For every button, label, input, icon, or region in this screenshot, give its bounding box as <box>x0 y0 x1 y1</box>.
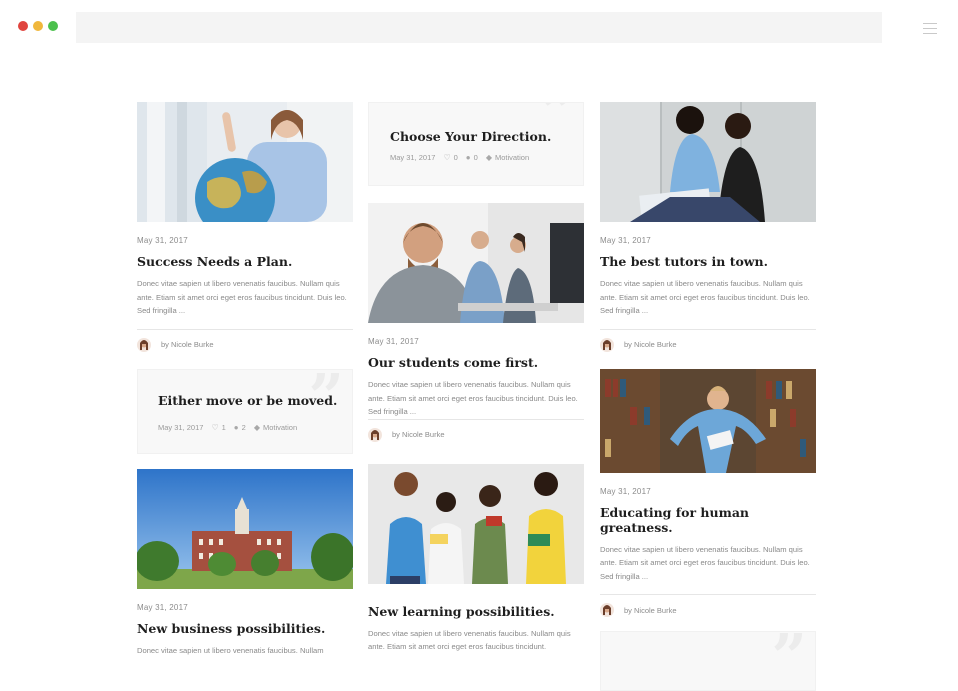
post-image-tutors[interactable] <box>600 102 816 222</box>
tag-icon: ◆ <box>253 422 260 432</box>
comment-icon[interactable]: ● <box>466 153 471 162</box>
post-author[interactable]: by Nicole Burke <box>600 601 816 619</box>
quote-date: May 31, 2017 <box>158 422 204 432</box>
post-excerpt: Donec vitae sapien ut libero venenatis f… <box>368 628 571 652</box>
category-link[interactable]: Motivation <box>495 153 529 162</box>
heart-icon[interactable]: ♡ <box>211 423 218 432</box>
comment-count: 0 <box>473 153 478 162</box>
like-count: 0 <box>453 153 458 162</box>
quote-title[interactable]: Either move or be moved. <box>158 393 337 408</box>
post-card: May 31, 2017 The best tutors in town. Do… <box>600 102 816 354</box>
post-date: May 31, 2017 <box>137 236 188 245</box>
quote-icon: ” <box>771 631 807 691</box>
author-avatar <box>368 427 382 442</box>
blog-column-2: ” Choose Your Direction. May 31, 2017 ♡ … <box>368 102 584 654</box>
quote-date: May 31, 2017 <box>390 153 436 162</box>
post-author[interactable]: by Nicole Burke <box>137 336 353 354</box>
quote-title[interactable]: Choose Your Direction. <box>390 129 551 144</box>
post-image-students-books[interactable] <box>368 463 584 584</box>
author-avatar <box>137 337 151 352</box>
address-bar[interactable] <box>76 12 882 43</box>
post-excerpt: Donec vitae sapien ut libero venenatis f… <box>368 380 578 416</box>
quote-card[interactable]: ” Choose Your Direction. May 31, 2017 ♡ … <box>368 102 584 186</box>
blog-column-1: May 31, 2017 Success Needs a Plan. Donec… <box>137 102 353 657</box>
heart-icon[interactable]: ♡ <box>443 153 450 162</box>
tag-icon: ◆ <box>485 153 492 162</box>
quote-meta: May 31, 2017 ♡ 1 ● 2 ◆ Motivation <box>158 423 297 432</box>
maximize-dot[interactable] <box>48 21 58 31</box>
post-image-students-computers[interactable] <box>368 203 584 323</box>
author-avatar <box>600 603 614 617</box>
post-card: May 31, 2017 Success Needs a Plan. Donec… <box>137 102 353 354</box>
post-title[interactable]: Educating for human greatness. <box>600 505 816 535</box>
minimize-dot[interactable] <box>33 21 43 31</box>
comment-count: 2 <box>241 422 246 432</box>
close-dot[interactable] <box>18 21 28 31</box>
post-card: May 31, 2017 New business possibilities.… <box>137 468 353 658</box>
post-card: New learning possibilities. Donec vitae … <box>368 463 584 654</box>
post-title[interactable]: The best tutors in town. <box>600 254 816 269</box>
quote-card[interactable]: ” Either move or be moved. May 31, 2017 … <box>137 368 353 454</box>
author-name: by Nicole Burke <box>392 430 445 439</box>
author-name: by Nicole Burke <box>624 605 677 615</box>
author-name: by Nicole Burke <box>161 340 214 349</box>
post-title[interactable]: Success Needs a Plan. <box>137 254 353 269</box>
post-date: May 31, 2017 <box>137 602 188 612</box>
author-name: by Nicole Burke <box>624 340 677 349</box>
post-date: May 31, 2017 <box>600 236 651 245</box>
post-card: May 31, 2017 Our students come first. Do… <box>368 203 584 444</box>
blog-column-3: May 31, 2017 The best tutors in town. Do… <box>600 102 816 691</box>
post-excerpt: Donec vitae sapien ut libero venenatis f… <box>600 279 810 315</box>
post-title[interactable]: New learning possibilities. <box>368 604 584 619</box>
post-excerpt: Donec vitae sapien ut libero venenatis f… <box>137 279 347 315</box>
post-image-library[interactable] <box>600 368 816 473</box>
post-author[interactable]: by Nicole Burke <box>368 426 584 444</box>
post-date: May 31, 2017 <box>600 486 651 496</box>
post-title[interactable]: New business possibilities. <box>137 621 353 636</box>
post-excerpt: Donec vitae sapien ut libero venenatis f… <box>137 645 324 655</box>
like-count: 1 <box>221 422 226 432</box>
post-image-globe-woman[interactable] <box>137 102 353 222</box>
post-date: May 31, 2017 <box>368 337 419 346</box>
post-excerpt: Donec vitae sapien ut libero venenatis f… <box>600 544 810 581</box>
author-avatar <box>600 337 614 352</box>
quote-card[interactable]: ” <box>600 631 816 691</box>
post-image-campus[interactable] <box>137 468 353 589</box>
comment-icon[interactable]: ● <box>234 423 239 432</box>
hamburger-menu-icon[interactable] <box>923 23 937 34</box>
post-card: May 31, 2017 Educating for human greatne… <box>600 368 816 620</box>
post-author[interactable]: by Nicole Burke <box>600 336 816 354</box>
post-title[interactable]: Our students come first. <box>368 355 584 370</box>
category-link[interactable]: Motivation <box>263 423 297 432</box>
quote-meta: May 31, 2017 ♡ 0 ● 0 ◆ Motivation <box>390 153 529 162</box>
